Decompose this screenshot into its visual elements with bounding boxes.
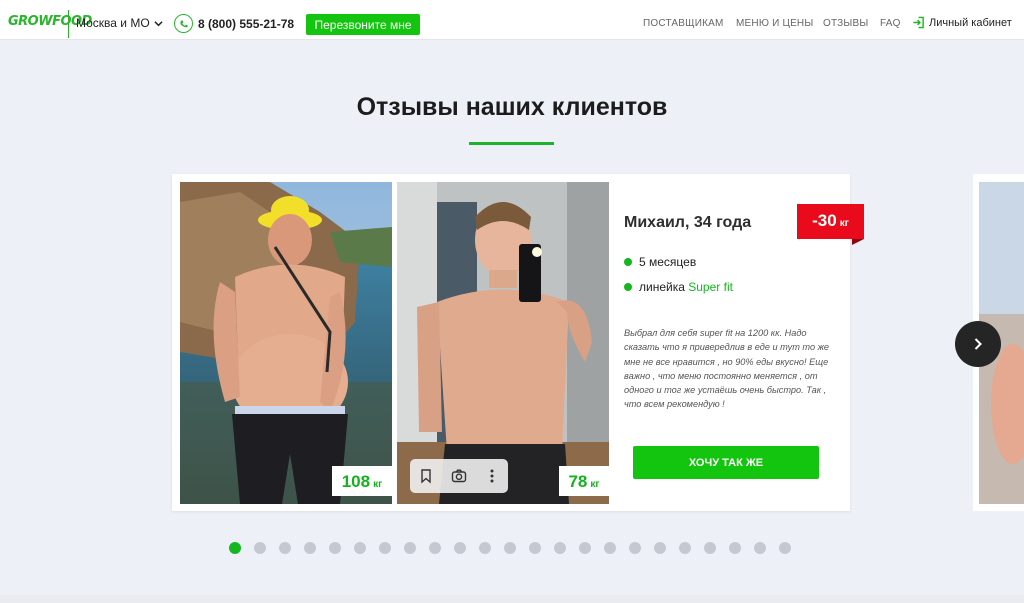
before-weight-badge: 108 кг <box>332 466 392 496</box>
weight-loss-value: -30 <box>812 211 837 230</box>
pagination-dot[interactable] <box>779 542 791 554</box>
nav-faq[interactable]: FAQ <box>880 18 901 29</box>
pagination-dot[interactable] <box>329 542 341 554</box>
pagination-dot[interactable] <box>604 542 616 554</box>
phone-number[interactable]: 8 (800) 555-21-78 <box>198 17 294 31</box>
nav-reviews[interactable]: ОТЗЫВЫ <box>823 18 868 29</box>
camera-icon <box>451 469 467 483</box>
nav-suppliers[interactable]: ПОСТАВЩИКАМ <box>643 18 724 29</box>
section-title: Отзывы наших клиентов <box>356 93 668 121</box>
pagination-dot[interactable] <box>304 542 316 554</box>
nav-menu-prices[interactable]: МЕНЮ И ЦЕНЫ <box>736 18 813 29</box>
pagination-dot[interactable] <box>454 542 466 554</box>
arrow-right-icon <box>974 338 982 350</box>
cabinet-label: Личный кабинет <box>929 16 1012 29</box>
pagination-dot[interactable] <box>729 542 741 554</box>
bookmark-icon <box>421 469 432 484</box>
chevron-down-icon <box>154 20 163 26</box>
after-weight-value: 78 <box>568 472 588 491</box>
phone-icon <box>174 14 193 33</box>
next-slide-button[interactable] <box>955 321 1001 367</box>
fact-duration: 5 месяцев <box>624 255 696 269</box>
badge-fold <box>852 239 864 245</box>
photo-toolbar <box>410 459 508 493</box>
pagination-dot[interactable] <box>529 542 541 554</box>
pagination-dot[interactable] <box>654 542 666 554</box>
pagination-dots <box>229 542 791 554</box>
fact-line: линейка Super fit <box>624 280 733 294</box>
line-name-link[interactable]: Super fit <box>688 280 733 294</box>
pagination-dot[interactable] <box>629 542 641 554</box>
after-weight-unit: кг <box>590 479 600 490</box>
after-weight-badge: 78 кг <box>559 466 609 496</box>
pagination-dot[interactable] <box>754 542 766 554</box>
pagination-dot[interactable] <box>404 542 416 554</box>
duration-text: 5 месяцев <box>639 255 697 269</box>
pagination-dot[interactable] <box>504 542 516 554</box>
more-button[interactable] <box>475 459 508 493</box>
bullet-dot <box>624 258 632 266</box>
site-header: GROWFOOD Москва и МО 8 (800) 555-21-78 П… <box>0 0 1024 40</box>
pagination-dot[interactable] <box>679 542 691 554</box>
region-label: Москва и МО <box>76 16 150 30</box>
pagination-dot[interactable] <box>704 542 716 554</box>
pagination-dot[interactable] <box>229 542 241 554</box>
pagination-dot[interactable] <box>429 542 441 554</box>
pagination-dot[interactable] <box>554 542 566 554</box>
pagination-dot[interactable] <box>354 542 366 554</box>
pagination-dot[interactable] <box>279 542 291 554</box>
weight-loss-unit: кг <box>839 218 849 229</box>
weight-loss-badge: -30 кг <box>797 204 864 239</box>
bottom-strip <box>0 595 1024 603</box>
after-photo <box>397 182 609 504</box>
before-weight-unit: кг <box>373 479 383 490</box>
bookmark-button[interactable] <box>410 459 443 493</box>
more-icon <box>490 469 494 483</box>
review-card: 108 кг 78 кг Михаил, 34 года -30 кг 5 ме… <box>172 174 864 511</box>
title-underline <box>469 142 554 145</box>
camera-button[interactable] <box>443 459 476 493</box>
logo-divider <box>68 10 69 38</box>
line-prefix: линейка <box>639 280 685 294</box>
pagination-dot[interactable] <box>579 542 591 554</box>
bullet-dot <box>624 283 632 291</box>
want-same-button[interactable]: ХОЧУ ТАК ЖЕ <box>633 446 819 479</box>
before-photo <box>180 182 392 504</box>
pagination-dot[interactable] <box>479 542 491 554</box>
pagination-dot[interactable] <box>254 542 266 554</box>
reviewer-name: Михаил, 34 года <box>624 214 752 231</box>
callback-button[interactable]: Перезвоните мне <box>306 14 420 35</box>
review-quote: Выбрал для себя super fit на 1200 кк. На… <box>624 328 830 410</box>
pagination-dot[interactable] <box>379 542 391 554</box>
personal-cabinet-link[interactable]: Личный кабинет <box>912 16 1012 29</box>
login-icon <box>913 16 924 29</box>
region-selector[interactable]: Москва и МО <box>76 16 163 30</box>
before-weight-value: 108 <box>341 472 371 491</box>
